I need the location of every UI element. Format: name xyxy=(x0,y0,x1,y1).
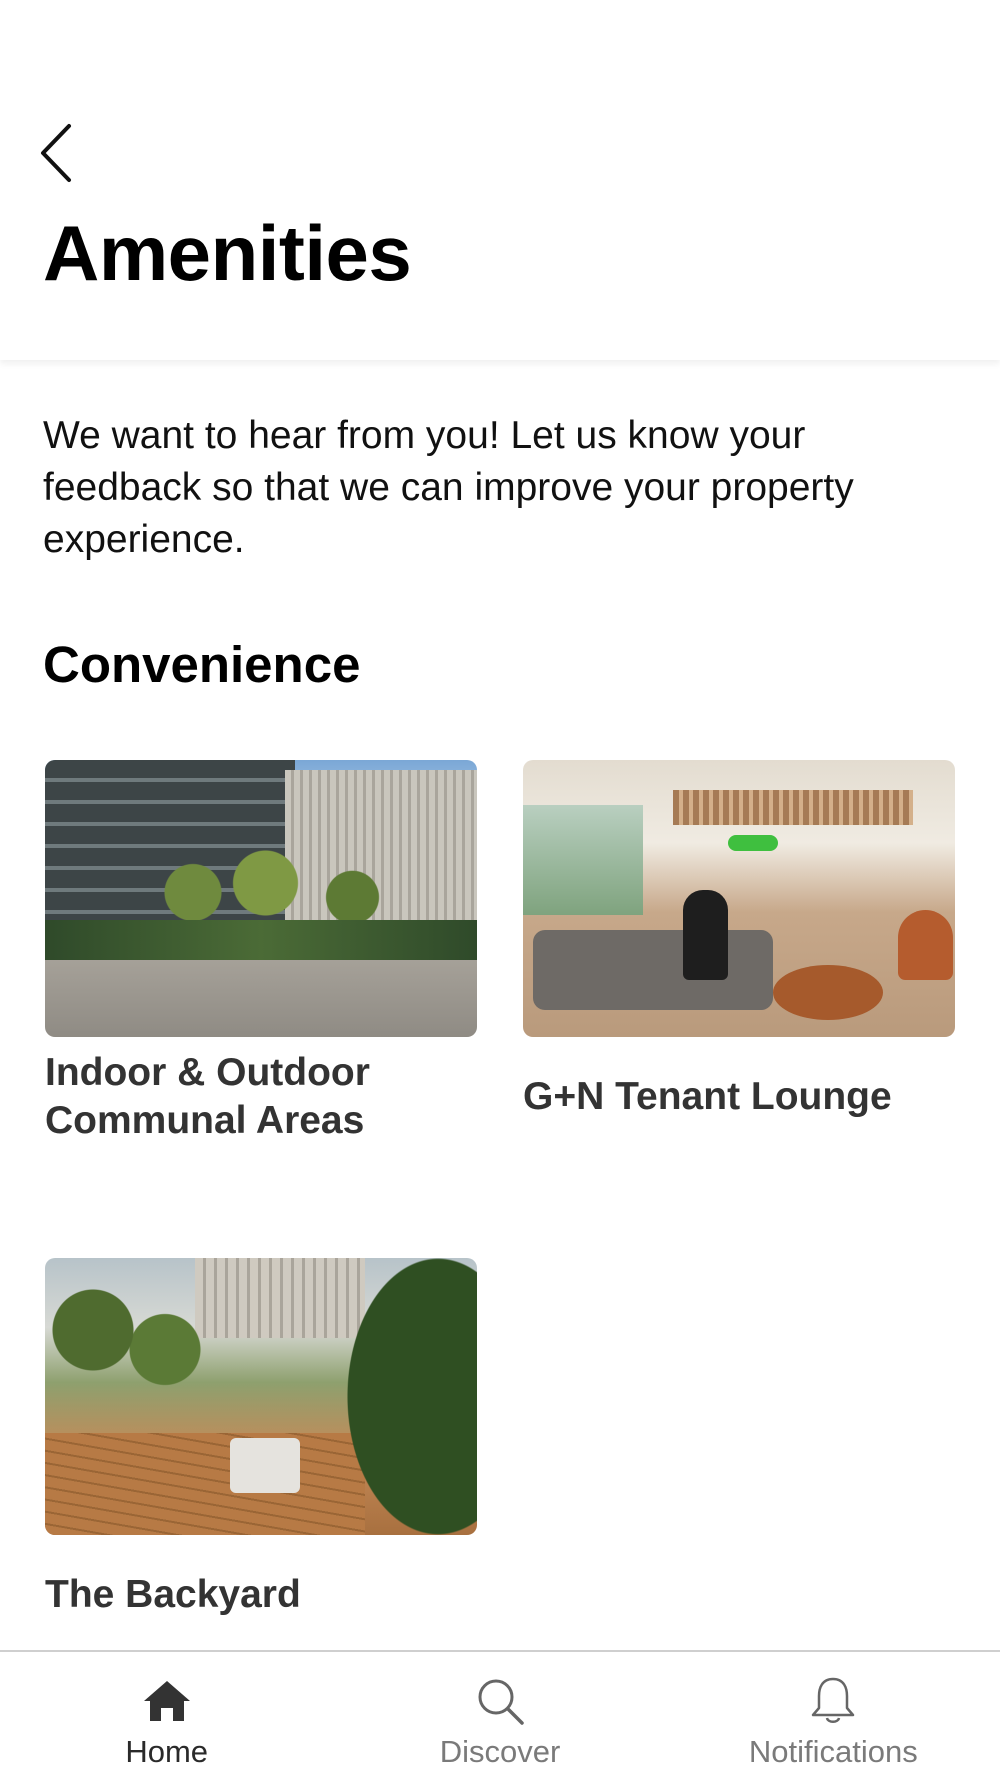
amenity-card-communal-areas[interactable]: Indoor & Outdoor Communal Areas xyxy=(45,760,477,1145)
header: Amenities xyxy=(0,0,1000,360)
amenity-card-label: Indoor & Outdoor Communal Areas xyxy=(45,1051,370,1142)
tab-label: Discover xyxy=(439,1734,561,1769)
back-button[interactable] xyxy=(30,118,80,188)
amenity-card-tenant-lounge[interactable]: G+N Tenant Lounge xyxy=(523,760,955,1121)
intro-text: We want to hear from you! Let us know yo… xyxy=(43,414,854,561)
amenities-screen: Amenities We want to hear from you! Let … xyxy=(0,0,1000,1778)
bell-icon xyxy=(806,1674,860,1728)
amenity-card-label: G+N Tenant Lounge xyxy=(523,1075,892,1118)
tab-notifications[interactable]: Notifications xyxy=(667,1652,1000,1778)
tab-home[interactable]: Home xyxy=(0,1652,333,1778)
bottom-tab-bar: Home Discover Notifications xyxy=(0,1650,1000,1778)
backyard-photo xyxy=(45,1258,477,1535)
tab-discover[interactable]: Discover xyxy=(333,1652,666,1778)
amenity-card-backyard[interactable]: The Backyard xyxy=(45,1258,477,1619)
amenity-card-label: The Backyard xyxy=(45,1573,301,1616)
chevron-left-icon xyxy=(41,124,71,182)
home-icon xyxy=(140,1674,194,1728)
tab-label: Home xyxy=(125,1734,209,1769)
page-title: Amenities xyxy=(43,209,412,297)
tab-label: Notifications xyxy=(748,1734,918,1769)
lounge-photo xyxy=(523,760,955,1037)
search-icon xyxy=(473,1674,527,1728)
section-title: Convenience xyxy=(43,636,361,693)
courtyard-photo xyxy=(45,760,477,1037)
